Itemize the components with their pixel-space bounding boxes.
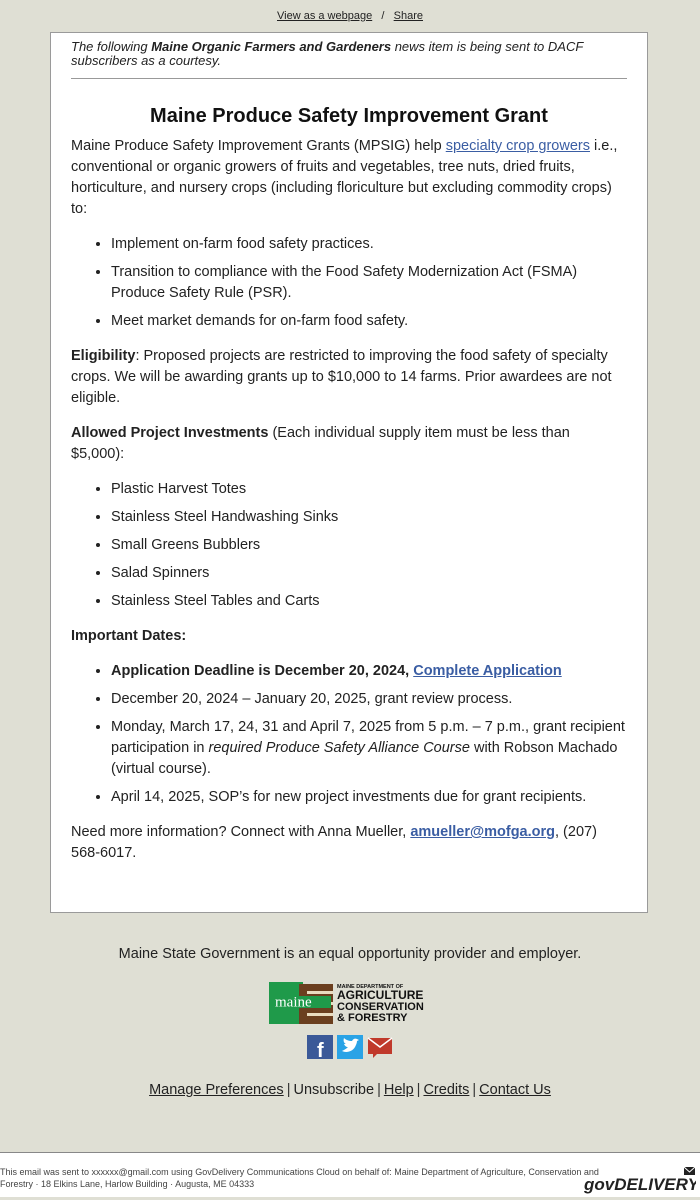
govdelivery-logo[interactable]: govDELIVERY — [583, 1165, 700, 1200]
footer-links: Manage Preferences | Unsubscribe | Help | Cred… — [0, 1082, 700, 1098]
govdelivery-footer: This email was sent to xxxxxx@gmail.com … — [0, 1152, 700, 1197]
svg-text:& FORESTRY: & FORESTRY — [337, 1012, 408, 1024]
top-links-separator: / — [381, 10, 385, 22]
contact-us-link[interactable]: Contact Us — [479, 1082, 551, 1098]
complete-application-link[interactable]: Complete Application — [413, 663, 562, 679]
intro-text: Maine Produce Safety Improvement Grants … — [71, 138, 446, 154]
list-item: Meet market demands for on-farm food saf… — [111, 311, 627, 332]
deadline-text: Application Deadline is December 20, 202… — [111, 663, 414, 679]
equal-opportunity-notice: Maine State Government is an equal oppor… — [118, 946, 582, 962]
courtesy-org: Maine Organic Farmers and Gardeners — [151, 39, 392, 54]
important-dates-heading: Important Dates: — [71, 626, 627, 647]
share-link[interactable]: Share — [394, 10, 423, 22]
list-item: Monday, March 17, 24, 31 and April 7, 20… — [111, 717, 627, 780]
pipe-separator: | — [472, 1082, 477, 1098]
dates-list: Application Deadline is December 20, 202… — [71, 661, 627, 808]
courtesy-text: The following — [71, 39, 152, 54]
article-title: Maine Produce Safety Improvement Grant — [150, 105, 548, 127]
eligibility-paragraph: Eligibility: Proposed projects are restr… — [71, 346, 627, 409]
svg-text:govDELIVERY: govDELIVERY — [584, 1175, 696, 1194]
courtesy-notice: The following Maine Organic Farmers and … — [71, 40, 627, 68]
view-as-webpage-link[interactable]: View as a webpage — [277, 10, 372, 22]
dates-label: Important Dates: — [71, 628, 187, 644]
pipe-separator: | — [377, 1082, 381, 1098]
facebook-icon[interactable]: f — [307, 1035, 333, 1062]
specialty-crop-growers-link[interactable]: specialty crop growers — [446, 138, 590, 154]
list-item: Application Deadline is December 20, 202… — [111, 661, 627, 682]
unsubscribe-link[interactable]: Unsubscribe — [293, 1082, 374, 1098]
list-item: Implement on-farm food safety practices. — [111, 234, 627, 255]
top-links-bar: View as a webpage / Share — [0, 0, 700, 32]
svg-text:AGRICULTURE: AGRICULTURE — [337, 988, 423, 1002]
list-item: Salad Spinners — [111, 563, 627, 584]
contact-text: Need more information? Connect with Anna… — [71, 824, 411, 840]
dacf-logo[interactable]: maine MAINE DEPARTMENT OF AGRICULTURE CO… — [269, 982, 433, 1024]
divider — [71, 78, 627, 79]
investments-label: Allowed Project Investments — [71, 425, 269, 441]
sent-notice: This email was sent to xxxxxx@gmail.com … — [0, 1167, 599, 1189]
intro-paragraph: Maine Produce Safety Improvement Grants … — [71, 136, 627, 220]
list-item: Stainless Steel Handwashing Sinks — [111, 507, 627, 528]
contact-paragraph: Need more information? Connect with Anna… — [71, 822, 627, 864]
course-name: required Produce Safety Alliance Course — [208, 740, 470, 756]
svg-text:f: f — [317, 1040, 324, 1059]
pipe-separator: | — [416, 1082, 421, 1098]
investments-list: Plastic Harvest Totes Stainless Steel Ha… — [71, 479, 627, 612]
list-item: Plastic Harvest Totes — [111, 479, 627, 500]
eligibility-label: Eligibility — [71, 348, 136, 364]
help-link[interactable]: Help — [384, 1082, 414, 1098]
email-icon[interactable] — [367, 1035, 393, 1059]
contact-email-link[interactable]: amueller@mofga.org — [410, 824, 555, 840]
news-card: The following Maine Organic Farmers and … — [50, 32, 648, 913]
list-item: Transition to compliance with the Food S… — [111, 262, 627, 304]
logo-maine-word: maine — [275, 995, 312, 1011]
goals-list: Implement on-farm food safety practices.… — [71, 234, 627, 332]
eligibility-text: : Proposed projects are restricted to im… — [71, 348, 612, 406]
twitter-icon[interactable] — [337, 1035, 363, 1059]
credits-link[interactable]: Credits — [423, 1082, 469, 1098]
social-icons: f — [307, 1035, 393, 1062]
pipe-separator: | — [286, 1082, 291, 1098]
list-item: April 14, 2025, SOP’s for new project in… — [111, 787, 627, 808]
list-item: Small Greens Bubblers — [111, 535, 627, 556]
list-item: December 20, 2024 – January 20, 2025, gr… — [111, 689, 627, 710]
investments-paragraph: Allowed Project Investments (Each indivi… — [71, 423, 627, 465]
list-item: Stainless Steel Tables and Carts — [111, 591, 627, 612]
manage-preferences-link[interactable]: Manage Preferences — [149, 1082, 284, 1098]
